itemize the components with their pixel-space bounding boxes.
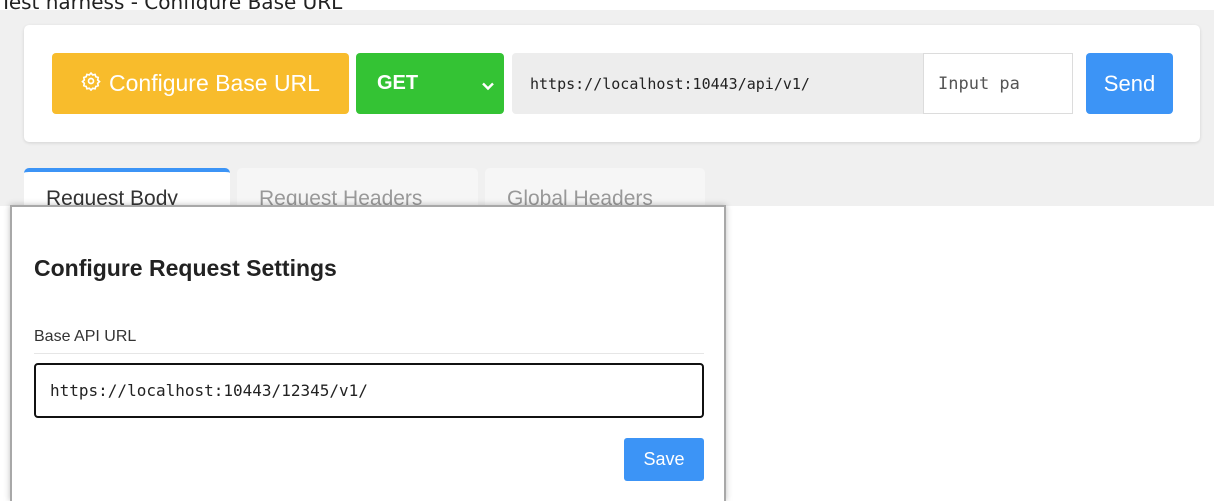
base-api-url-input[interactable]: https://localhost:10443/12345/v1/ <box>34 363 704 418</box>
divider <box>34 353 704 354</box>
tab-global-headers[interactable]: Global Headers <box>485 168 705 208</box>
base-api-url-label: Base API URL <box>34 328 137 345</box>
method-value: GET <box>377 72 419 94</box>
modal-title: Configure Request Settings <box>34 255 337 281</box>
method-select[interactable]: GET <box>356 53 504 114</box>
tab-request-body[interactable]: Request Body <box>24 168 230 208</box>
base-url-display: https://localhost:10443/api/v1/ <box>512 53 923 114</box>
tab-request-headers[interactable]: Request Headers <box>237 168 478 208</box>
gear-icon <box>81 70 109 97</box>
send-button[interactable]: Send <box>1086 53 1173 114</box>
configure-base-url-button[interactable]: Configure Base URL <box>52 53 349 114</box>
configure-request-modal: Configure Request Settings Base API URL … <box>10 205 726 501</box>
chevron-down-icon <box>481 76 495 99</box>
save-button[interactable]: Save <box>624 438 704 481</box>
configure-base-url-label: Configure Base URL <box>109 70 320 96</box>
path-input[interactable]: Input pa <box>923 53 1073 114</box>
